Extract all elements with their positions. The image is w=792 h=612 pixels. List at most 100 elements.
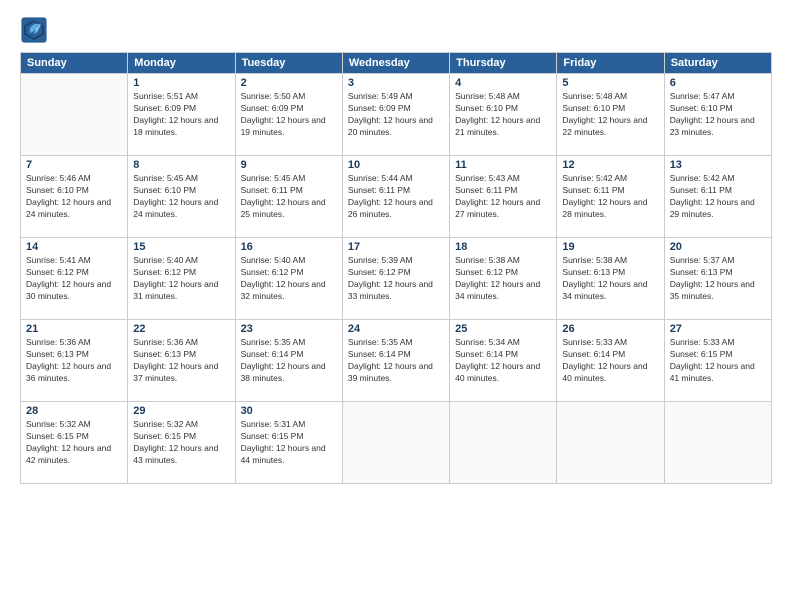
sunset-text: Sunset: 6:12 PM bbox=[241, 267, 304, 277]
day-number: 19 bbox=[562, 241, 658, 253]
calendar-cell: 24 Sunrise: 5:35 AM Sunset: 6:14 PM Dayl… bbox=[342, 320, 449, 402]
sunset-text: Sunset: 6:10 PM bbox=[133, 185, 196, 195]
sunset-text: Sunset: 6:11 PM bbox=[348, 185, 410, 195]
daylight-text: Daylight: 12 hours and 41 minutes. bbox=[670, 361, 755, 383]
sunset-text: Sunset: 6:09 PM bbox=[241, 103, 304, 113]
day-info: Sunrise: 5:40 AM Sunset: 6:12 PM Dayligh… bbox=[241, 255, 337, 303]
sunrise-text: Sunrise: 5:45 AM bbox=[133, 173, 198, 183]
calendar-cell: 26 Sunrise: 5:33 AM Sunset: 6:14 PM Dayl… bbox=[557, 320, 664, 402]
week-row-4: 21 Sunrise: 5:36 AM Sunset: 6:13 PM Dayl… bbox=[21, 320, 772, 402]
sunset-text: Sunset: 6:14 PM bbox=[348, 349, 411, 359]
daylight-text: Daylight: 12 hours and 34 minutes. bbox=[562, 279, 647, 301]
day-info: Sunrise: 5:42 AM Sunset: 6:11 PM Dayligh… bbox=[562, 173, 658, 221]
sunrise-text: Sunrise: 5:35 AM bbox=[241, 337, 306, 347]
weekday-header-saturday: Saturday bbox=[664, 53, 771, 74]
sunrise-text: Sunrise: 5:48 AM bbox=[455, 91, 520, 101]
sunset-text: Sunset: 6:13 PM bbox=[670, 267, 733, 277]
daylight-text: Daylight: 12 hours and 20 minutes. bbox=[348, 115, 433, 137]
sunset-text: Sunset: 6:11 PM bbox=[455, 185, 517, 195]
day-info: Sunrise: 5:39 AM Sunset: 6:12 PM Dayligh… bbox=[348, 255, 444, 303]
sunrise-text: Sunrise: 5:33 AM bbox=[562, 337, 627, 347]
sunset-text: Sunset: 6:12 PM bbox=[26, 267, 89, 277]
day-number: 11 bbox=[455, 159, 551, 171]
calendar-cell: 23 Sunrise: 5:35 AM Sunset: 6:14 PM Dayl… bbox=[235, 320, 342, 402]
day-info: Sunrise: 5:34 AM Sunset: 6:14 PM Dayligh… bbox=[455, 337, 551, 385]
daylight-text: Daylight: 12 hours and 36 minutes. bbox=[26, 361, 111, 383]
calendar-cell: 13 Sunrise: 5:42 AM Sunset: 6:11 PM Dayl… bbox=[664, 156, 771, 238]
day-info: Sunrise: 5:31 AM Sunset: 6:15 PM Dayligh… bbox=[241, 419, 337, 467]
daylight-text: Daylight: 12 hours and 27 minutes. bbox=[455, 197, 540, 219]
day-number: 26 bbox=[562, 323, 658, 335]
day-number: 24 bbox=[348, 323, 444, 335]
daylight-text: Daylight: 12 hours and 33 minutes. bbox=[348, 279, 433, 301]
calendar-cell: 17 Sunrise: 5:39 AM Sunset: 6:12 PM Dayl… bbox=[342, 238, 449, 320]
weekday-header-tuesday: Tuesday bbox=[235, 53, 342, 74]
week-row-5: 28 Sunrise: 5:32 AM Sunset: 6:15 PM Dayl… bbox=[21, 402, 772, 484]
day-number: 22 bbox=[133, 323, 229, 335]
day-number: 3 bbox=[348, 77, 444, 89]
sunset-text: Sunset: 6:11 PM bbox=[670, 185, 732, 195]
day-info: Sunrise: 5:45 AM Sunset: 6:11 PM Dayligh… bbox=[241, 173, 337, 221]
calendar-cell: 30 Sunrise: 5:31 AM Sunset: 6:15 PM Dayl… bbox=[235, 402, 342, 484]
calendar-cell: 25 Sunrise: 5:34 AM Sunset: 6:14 PM Dayl… bbox=[450, 320, 557, 402]
day-number: 27 bbox=[670, 323, 766, 335]
day-info: Sunrise: 5:36 AM Sunset: 6:13 PM Dayligh… bbox=[133, 337, 229, 385]
daylight-text: Daylight: 12 hours and 31 minutes. bbox=[133, 279, 218, 301]
calendar-cell: 6 Sunrise: 5:47 AM Sunset: 6:10 PM Dayli… bbox=[664, 74, 771, 156]
day-info: Sunrise: 5:48 AM Sunset: 6:10 PM Dayligh… bbox=[455, 91, 551, 139]
weekday-header-monday: Monday bbox=[128, 53, 235, 74]
calendar-cell: 10 Sunrise: 5:44 AM Sunset: 6:11 PM Dayl… bbox=[342, 156, 449, 238]
daylight-text: Daylight: 12 hours and 37 minutes. bbox=[133, 361, 218, 383]
day-number: 30 bbox=[241, 405, 337, 417]
day-info: Sunrise: 5:40 AM Sunset: 6:12 PM Dayligh… bbox=[133, 255, 229, 303]
day-number: 10 bbox=[348, 159, 444, 171]
sunrise-text: Sunrise: 5:50 AM bbox=[241, 91, 306, 101]
sunrise-text: Sunrise: 5:31 AM bbox=[241, 419, 306, 429]
weekday-header-thursday: Thursday bbox=[450, 53, 557, 74]
day-number: 16 bbox=[241, 241, 337, 253]
sunrise-text: Sunrise: 5:49 AM bbox=[348, 91, 413, 101]
sunrise-text: Sunrise: 5:38 AM bbox=[455, 255, 520, 265]
sunset-text: Sunset: 6:14 PM bbox=[455, 349, 518, 359]
sunrise-text: Sunrise: 5:33 AM bbox=[670, 337, 735, 347]
sunrise-text: Sunrise: 5:48 AM bbox=[562, 91, 627, 101]
sunrise-text: Sunrise: 5:40 AM bbox=[241, 255, 306, 265]
calendar-cell: 8 Sunrise: 5:45 AM Sunset: 6:10 PM Dayli… bbox=[128, 156, 235, 238]
calendar-cell: 15 Sunrise: 5:40 AM Sunset: 6:12 PM Dayl… bbox=[128, 238, 235, 320]
sunrise-text: Sunrise: 5:46 AM bbox=[26, 173, 91, 183]
day-info: Sunrise: 5:41 AM Sunset: 6:12 PM Dayligh… bbox=[26, 255, 122, 303]
weekday-header-wednesday: Wednesday bbox=[342, 53, 449, 74]
day-info: Sunrise: 5:49 AM Sunset: 6:09 PM Dayligh… bbox=[348, 91, 444, 139]
sunrise-text: Sunrise: 5:47 AM bbox=[670, 91, 735, 101]
sunrise-text: Sunrise: 5:34 AM bbox=[455, 337, 520, 347]
daylight-text: Daylight: 12 hours and 42 minutes. bbox=[26, 443, 111, 465]
sunset-text: Sunset: 6:10 PM bbox=[455, 103, 518, 113]
day-info: Sunrise: 5:47 AM Sunset: 6:10 PM Dayligh… bbox=[670, 91, 766, 139]
sunset-text: Sunset: 6:12 PM bbox=[133, 267, 196, 277]
day-number: 9 bbox=[241, 159, 337, 171]
weekday-header-friday: Friday bbox=[557, 53, 664, 74]
day-info: Sunrise: 5:32 AM Sunset: 6:15 PM Dayligh… bbox=[133, 419, 229, 467]
day-info: Sunrise: 5:46 AM Sunset: 6:10 PM Dayligh… bbox=[26, 173, 122, 221]
day-info: Sunrise: 5:33 AM Sunset: 6:15 PM Dayligh… bbox=[670, 337, 766, 385]
sunset-text: Sunset: 6:15 PM bbox=[133, 431, 196, 441]
logo bbox=[20, 16, 52, 44]
day-number: 20 bbox=[670, 241, 766, 253]
sunrise-text: Sunrise: 5:44 AM bbox=[348, 173, 413, 183]
calendar-cell bbox=[557, 402, 664, 484]
calendar-cell: 16 Sunrise: 5:40 AM Sunset: 6:12 PM Dayl… bbox=[235, 238, 342, 320]
daylight-text: Daylight: 12 hours and 21 minutes. bbox=[455, 115, 540, 137]
sunset-text: Sunset: 6:10 PM bbox=[26, 185, 89, 195]
day-number: 6 bbox=[670, 77, 766, 89]
calendar-cell: 22 Sunrise: 5:36 AM Sunset: 6:13 PM Dayl… bbox=[128, 320, 235, 402]
daylight-text: Daylight: 12 hours and 19 minutes. bbox=[241, 115, 326, 137]
daylight-text: Daylight: 12 hours and 26 minutes. bbox=[348, 197, 433, 219]
calendar-cell: 12 Sunrise: 5:42 AM Sunset: 6:11 PM Dayl… bbox=[557, 156, 664, 238]
day-number: 23 bbox=[241, 323, 337, 335]
day-info: Sunrise: 5:33 AM Sunset: 6:14 PM Dayligh… bbox=[562, 337, 658, 385]
day-number: 17 bbox=[348, 241, 444, 253]
day-number: 5 bbox=[562, 77, 658, 89]
day-info: Sunrise: 5:36 AM Sunset: 6:13 PM Dayligh… bbox=[26, 337, 122, 385]
day-number: 1 bbox=[133, 77, 229, 89]
day-info: Sunrise: 5:44 AM Sunset: 6:11 PM Dayligh… bbox=[348, 173, 444, 221]
